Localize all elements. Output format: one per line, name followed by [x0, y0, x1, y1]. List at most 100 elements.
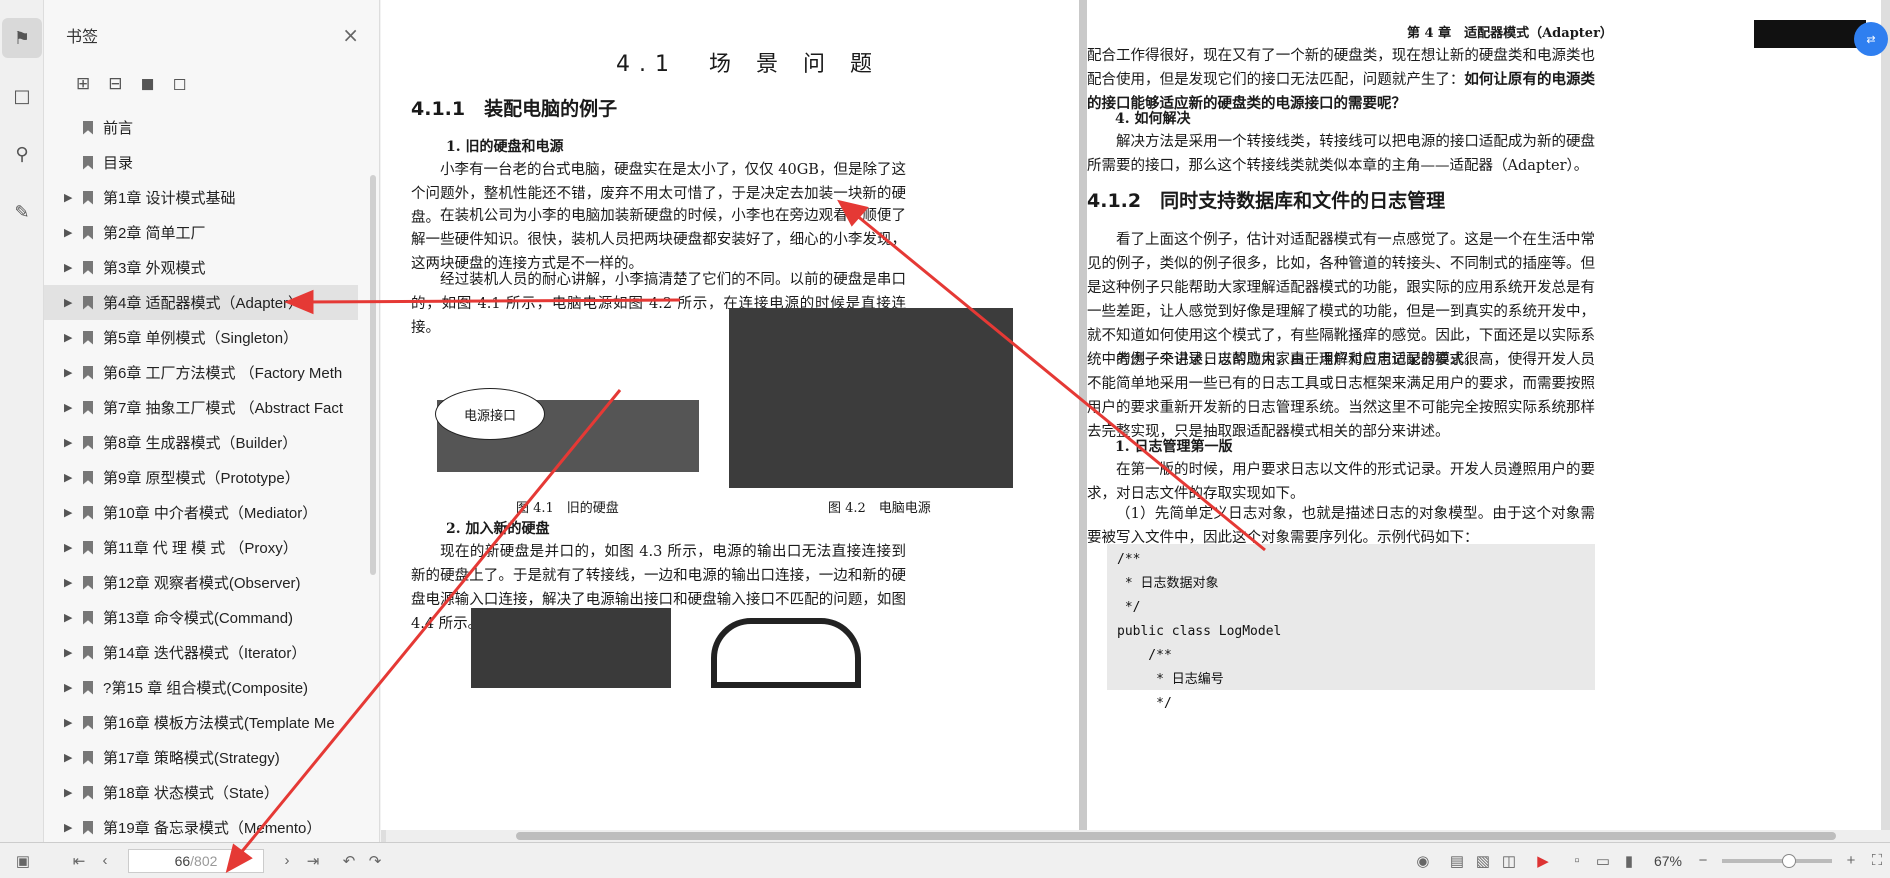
forward-icon[interactable]: ↷ [362, 852, 388, 870]
expand-toggle-icon[interactable]: ▶ [64, 401, 78, 414]
signature-icon[interactable]: ✎ [2, 192, 42, 232]
bookmark-item[interactable]: 前言 [44, 110, 379, 145]
zoom-out-icon[interactable]: − [1690, 852, 1716, 869]
bookmark-label: 第17章 策略模式(Strategy) [103, 750, 280, 767]
bookmark-icon [81, 295, 95, 311]
bookmark-icon [81, 540, 95, 556]
play-icon[interactable]: ▶ [1530, 852, 1556, 870]
bookmark-item[interactable]: ▶ 第2章 简单工厂 [44, 215, 379, 250]
bookmark-label: 目录 [103, 155, 134, 172]
expand-toggle-icon[interactable]: ▶ [64, 191, 78, 204]
bookmark-icon [81, 785, 95, 801]
subheading: 4. 如何解决 [1115, 111, 1191, 127]
bookmark-label: 第3章 外观模式 [103, 260, 206, 277]
bookmark-item[interactable]: ▶ 第11章 代 理 模 式 （Proxy） [44, 530, 379, 565]
two-page-icon[interactable]: ◫ [1496, 852, 1522, 870]
bookmark-item[interactable]: ▶ 第3章 外观模式 [44, 250, 379, 285]
page-number-input[interactable]: 66/802 [128, 848, 264, 873]
fit-page-icon[interactable]: ▮ [1616, 852, 1642, 870]
bookmark-item[interactable]: ▶ 第9章 原型模式（Prototype） [44, 460, 379, 495]
sidebar-toggle-icon[interactable]: ▣ [10, 852, 36, 870]
bookmark-label: 第2章 简单工厂 [103, 225, 206, 242]
next-page-icon[interactable]: › [274, 852, 300, 869]
bookmark-item[interactable]: ▶ 第4章 适配器模式（Adapter） [44, 285, 358, 320]
bookmark-item[interactable]: ▶ 第5章 单例模式（Singleton） [44, 320, 379, 355]
expand-toggle-icon[interactable]: ▶ [64, 786, 78, 799]
bookmark-panel-icon[interactable]: ⚑ [2, 18, 42, 58]
bookmark-item[interactable]: ▶ 第13章 命令模式(Command) [44, 600, 379, 635]
expand-all-icon[interactable]: ⊞ [76, 74, 90, 94]
expand-toggle-icon[interactable]: ▶ [64, 296, 78, 309]
document-view[interactable]: 4.1 场 景 问 题 4.1.1 装配电脑的例子 1. 旧的硬盘和电源 小李有… [381, 0, 1890, 842]
expand-toggle-icon[interactable]: ▶ [64, 541, 78, 554]
expand-toggle-icon[interactable]: ▶ [64, 366, 78, 379]
bookmark-outline-icon[interactable]: ◻ [173, 74, 187, 94]
page-left: 4.1 场 景 问 题 4.1.1 装配电脑的例子 1. 旧的硬盘和电源 小李有… [381, 0, 1079, 830]
bookmark-icon [81, 400, 95, 416]
expand-toggle-icon[interactable]: ▶ [64, 681, 78, 694]
bookmark-label: 第5章 单例模式（Singleton） [103, 330, 299, 347]
expand-toggle-icon[interactable]: ▶ [64, 821, 78, 834]
close-icon[interactable]: × [342, 23, 359, 47]
bookmark-item[interactable]: ▶ 第12章 观察者模式(Observer) [44, 565, 379, 600]
subheading: 1. 旧的硬盘和电源 [446, 139, 564, 155]
subheading: 2. 加入新的硬盘 [446, 521, 550, 537]
bookmark-icon [81, 645, 95, 661]
scrollbar-thumb[interactable] [516, 832, 1836, 840]
translate-badge-icon[interactable]: ⇄ [1854, 22, 1888, 56]
bookmark-item[interactable]: ▶ 第18章 状态模式（State） [44, 775, 379, 810]
last-page-icon[interactable]: ⇥ [300, 852, 326, 870]
horizontal-scrollbar[interactable] [386, 830, 1890, 842]
bookmark-item[interactable]: ▶ 第8章 生成器模式（Builder） [44, 425, 379, 460]
bookmark-icon [81, 470, 95, 486]
bookmark-item[interactable]: ▶ 第6章 工厂方法模式 （Factory Meth [44, 355, 379, 390]
expand-toggle-icon[interactable]: ▶ [64, 576, 78, 589]
collapse-all-icon[interactable]: ⊟ [108, 74, 122, 94]
fit-width-icon[interactable]: ▭ [1590, 852, 1616, 870]
bookmark-icon [81, 260, 95, 276]
zoom-slider-handle[interactable] [1782, 853, 1796, 868]
bookmark-item[interactable]: ▶ 第7章 抽象工厂模式 （Abstract Fact [44, 390, 379, 425]
expand-toggle-icon[interactable]: ▶ [64, 331, 78, 344]
paragraph: 在装机公司为小李的电脑加装新硬盘的时候，小李也在旁边观看，顺便了解一些硬件知识。… [411, 208, 906, 272]
bookmark-item[interactable]: ▶ ?第15 章 组合模式(Composite) [44, 670, 379, 705]
bookmark-item[interactable]: ▶ 第10章 中介者模式（Mediator） [44, 495, 379, 530]
bookmark-label: 第14章 迭代器模式（Iterator） [103, 645, 307, 662]
expand-toggle-icon[interactable]: ▶ [64, 646, 78, 659]
first-page-icon[interactable]: ⇤ [66, 852, 92, 870]
bookmark-item[interactable]: 目录 [44, 145, 379, 180]
bookmark-item[interactable]: ▶ 第1章 设计模式基础 [44, 180, 379, 215]
zoom-slider[interactable] [1722, 853, 1832, 868]
total-pages: /802 [190, 852, 218, 869]
actual-size-icon[interactable]: ▫ [1564, 852, 1590, 869]
zoom-level[interactable]: 67% [1654, 853, 1682, 869]
eye-icon[interactable]: ◉ [1410, 852, 1436, 870]
bookmark-item[interactable]: ▶ 第16章 模板方法模式(Template Me [44, 705, 379, 740]
single-page-icon[interactable]: ▤ [1444, 852, 1470, 870]
power-supply-figure [729, 308, 1013, 488]
expand-toggle-icon[interactable]: ▶ [64, 436, 78, 449]
thumbnail-panel-icon[interactable]: □ [2, 76, 42, 116]
expand-toggle-icon[interactable]: ▶ [64, 261, 78, 274]
fullscreen-icon[interactable]: ⛶ [1864, 852, 1890, 869]
bookmark-icon [81, 820, 95, 836]
expand-toggle-icon[interactable]: ▶ [64, 471, 78, 484]
expand-toggle-icon[interactable]: ▶ [64, 611, 78, 624]
attachment-icon[interactable]: ⚲ [2, 134, 42, 174]
expand-toggle-icon[interactable]: ▶ [64, 506, 78, 519]
status-bar: ▣ ⇤ ‹ 66/802 › ⇥ ↶ ↷ ◉ ▤ ▧ ◫ ▶ ▫ ▭ ▮ 67%… [0, 842, 1890, 878]
bookmark-item[interactable]: ▶ 第14章 迭代器模式（Iterator） [44, 635, 379, 670]
bookmark-item[interactable]: ▶ 第19章 备忘录模式（Memento） [44, 810, 379, 845]
pdf-reader-window: ⚑ □ ⚲ ✎ 书签 × ⊞ ⊟ ◼ ◻ 前言 目录 ▶ 第1章 设计模式基础 ▶ 第2章… [0, 0, 1890, 878]
expand-toggle-icon[interactable]: ▶ [64, 226, 78, 239]
bookmark-item[interactable]: ▶ 第17章 策略模式(Strategy) [44, 740, 379, 775]
prev-page-icon[interactable]: ‹ [92, 852, 118, 869]
continuous-page-icon[interactable]: ▧ [1470, 852, 1496, 870]
add-bookmark-icon[interactable]: ◼ [141, 74, 155, 94]
zoom-in-icon[interactable]: + [1838, 852, 1864, 869]
expand-toggle-icon[interactable]: ▶ [64, 716, 78, 729]
sidebar-scrollbar[interactable] [370, 175, 376, 575]
expand-toggle-icon[interactable]: ▶ [64, 751, 78, 764]
bookmark-sidebar: 书签 × ⊞ ⊟ ◼ ◻ 前言 目录 ▶ 第1章 设计模式基础 ▶ 第2章 简单工厂 ▶ 第3… [44, 0, 380, 842]
back-icon[interactable]: ↶ [336, 852, 362, 870]
